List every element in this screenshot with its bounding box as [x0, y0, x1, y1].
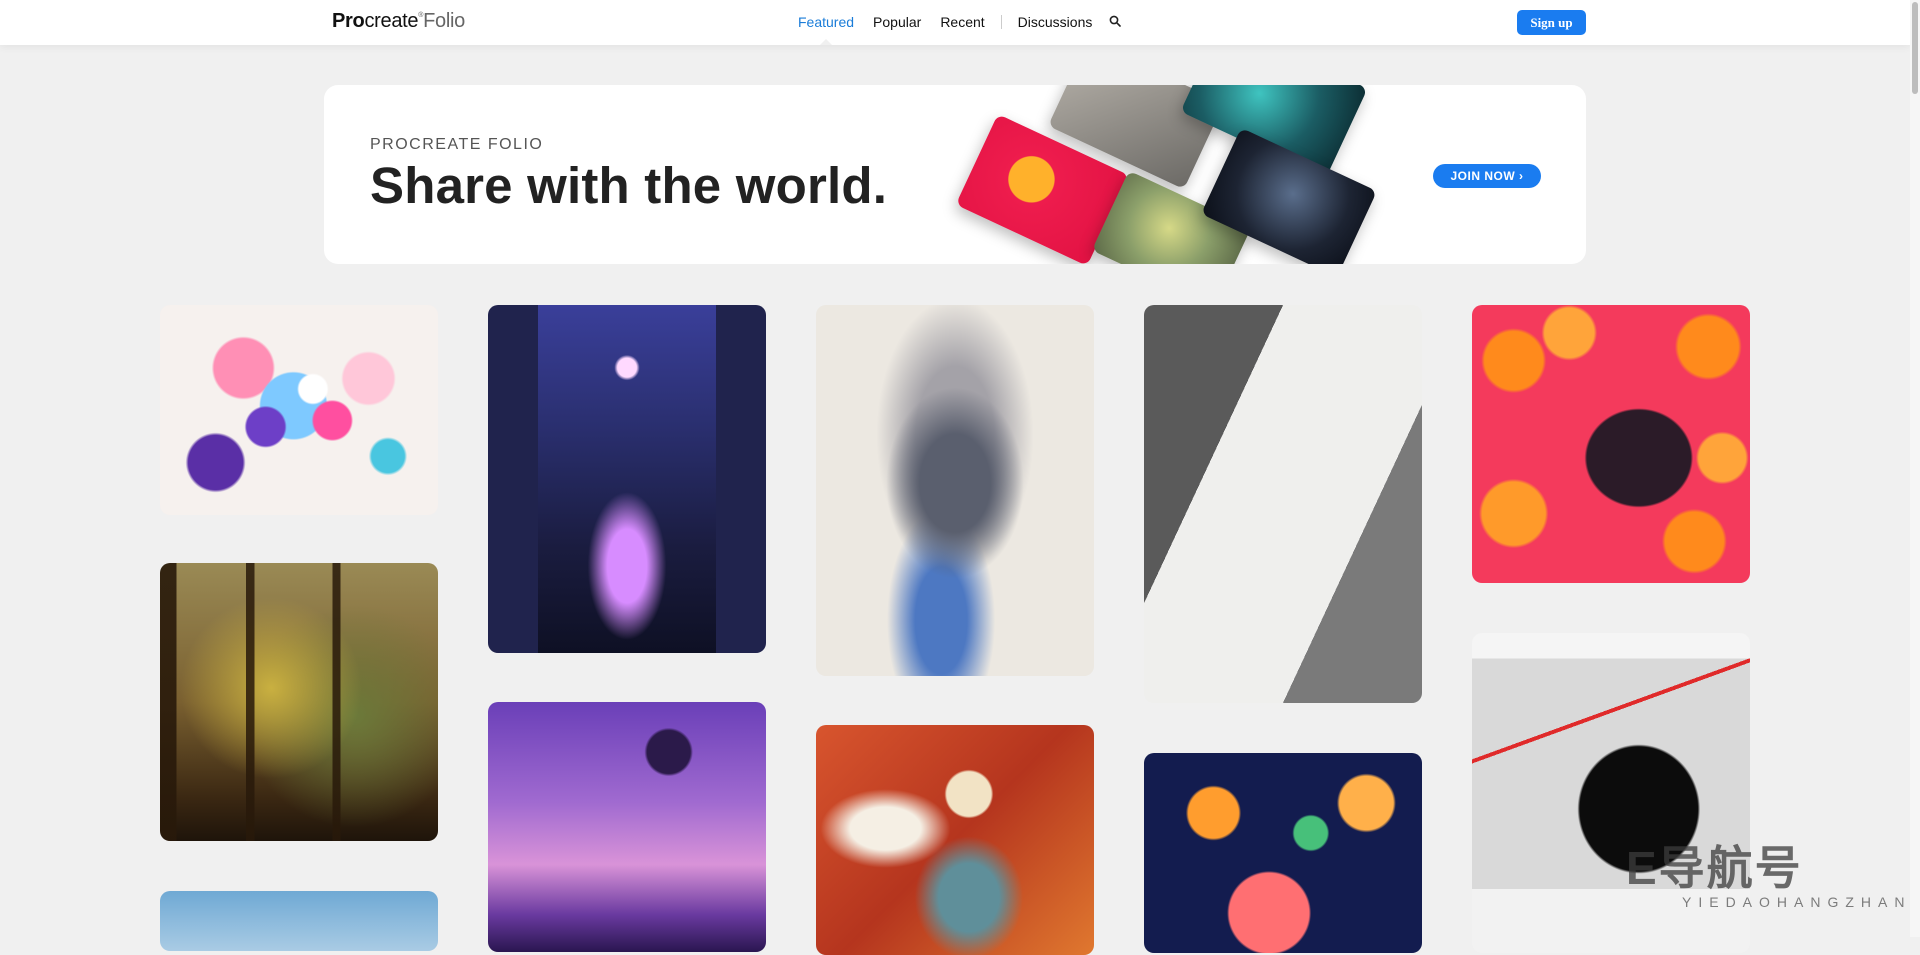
sign-up-button[interactable]: Sign up	[1517, 10, 1586, 35]
banner-headline: Share with the world.	[370, 157, 888, 214]
artwork-tile[interactable]	[160, 305, 438, 515]
artwork-tile[interactable]	[488, 702, 766, 952]
artwork-tile[interactable]	[1472, 305, 1750, 583]
nav-divider	[1000, 15, 1002, 29]
nav-popular[interactable]: Popular	[873, 14, 921, 30]
nav-featured[interactable]: Featured	[798, 14, 854, 45]
registered-mark: ®	[418, 12, 424, 19]
page-scrollbar[interactable]	[1910, 0, 1920, 937]
logo-text-create: create	[364, 10, 419, 32]
artwork-tile[interactable]	[160, 891, 438, 951]
join-now-button[interactable]: JOIN NOW ›	[1433, 164, 1541, 188]
artwork-tile[interactable]	[160, 563, 438, 841]
artwork-tile[interactable]	[1472, 633, 1750, 953]
nav-discussions[interactable]: Discussions	[1018, 14, 1093, 30]
artwork-tile[interactable]	[488, 305, 766, 653]
artwork-tile[interactable]	[1144, 305, 1422, 703]
procreate-folio-logo[interactable]: Procreate®Folio	[332, 10, 465, 33]
artwork-tile[interactable]	[816, 305, 1094, 676]
banner-eyebrow: PROCREATE FOLIO	[370, 136, 544, 153]
artwork-tile[interactable]	[816, 725, 1094, 955]
artwork-tile[interactable]	[1144, 753, 1422, 953]
logo-text-folio: Folio	[423, 10, 465, 32]
promo-banner: PROCREATE FOLIO Share with the world. JO…	[324, 85, 1586, 264]
nav-recent[interactable]: Recent	[940, 14, 984, 30]
scrollbar-thumb[interactable]	[1912, 2, 1918, 94]
top-navigation-bar: Procreate®Folio Featured Popular Recent …	[0, 0, 1910, 45]
search-icon[interactable]	[1109, 14, 1122, 30]
main-nav: Featured Popular Recent Discussions	[798, 14, 1122, 45]
logo-text-pro: Pro	[332, 10, 365, 32]
